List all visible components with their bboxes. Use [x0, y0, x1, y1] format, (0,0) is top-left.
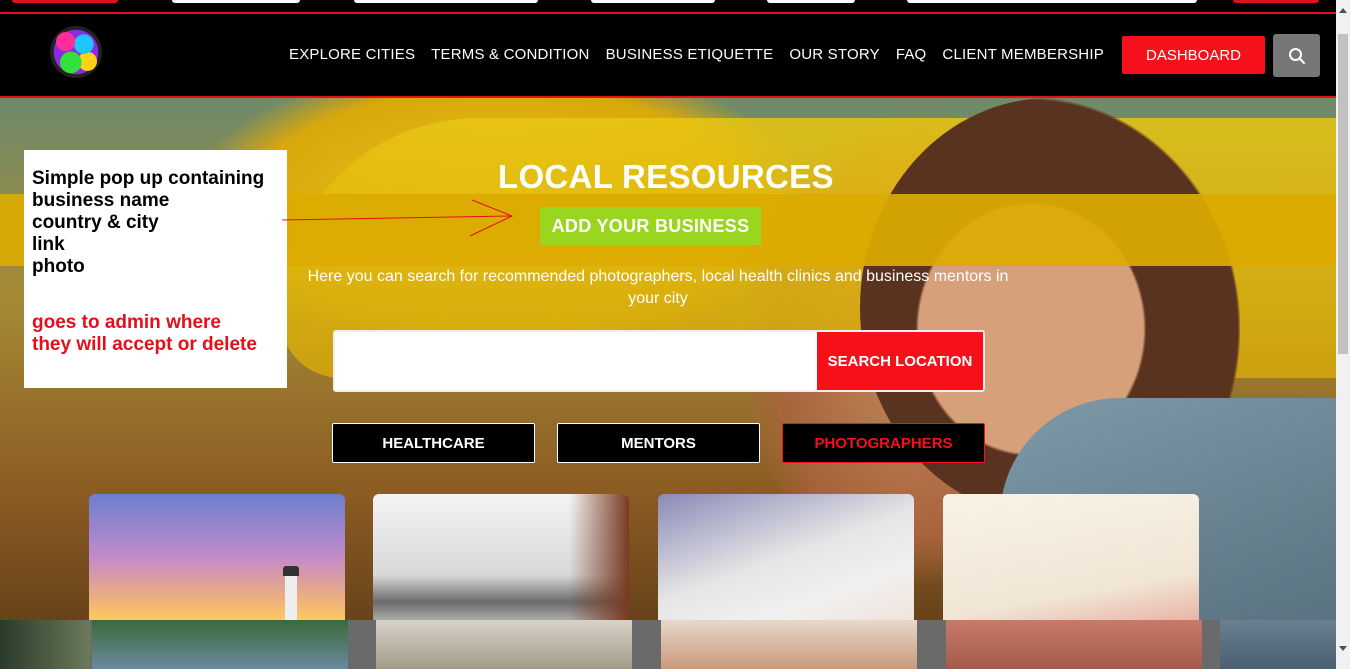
hero-subtitle: Here you can search for recommended phot… [307, 268, 1009, 307]
page-title: LOCAL RESOURCES [498, 158, 834, 195]
nav-client-membership[interactable]: CLIENT MEMBERSHIP [942, 46, 1104, 63]
card-image [0, 620, 90, 669]
strip-tab [354, 0, 538, 3]
annotation-line: link [32, 234, 65, 255]
top-strip [0, 0, 1336, 14]
main-nav: EXPLORE CITIES TERMS & CONDITION BUSINES… [289, 46, 1104, 63]
header-search-button[interactable] [1273, 34, 1320, 77]
nav-business-etiquette[interactable]: BUSINESS ETIQUETTE [606, 46, 774, 63]
card-image [1220, 620, 1336, 669]
add-business-button[interactable]: ADD YOUR BUSINESS [540, 207, 761, 245]
card-image[interactable] [946, 620, 1202, 669]
scroll-thumb[interactable] [1338, 34, 1348, 354]
annotation-line: country & city [32, 212, 159, 233]
nav-our-story[interactable]: OUR STORY [789, 46, 879, 63]
logo[interactable] [50, 26, 102, 78]
vertical-scrollbar[interactable] [1336, 0, 1350, 669]
strip-tab [1233, 0, 1319, 3]
strip-tab [591, 0, 715, 3]
annotation-line: photo [32, 256, 85, 277]
annotation-line: business name [32, 190, 170, 211]
lighthouse-image [283, 566, 299, 620]
card-image[interactable] [376, 620, 632, 669]
site-header: EXPLORE CITIES TERMS & CONDITION BUSINES… [0, 14, 1336, 98]
nav-explore-cities[interactable]: EXPLORE CITIES [289, 46, 415, 63]
annotation-note-line: they will accept or delete [32, 334, 257, 355]
search-location-button[interactable]: SEARCH LOCATION [817, 332, 983, 390]
strip-tab [907, 0, 1197, 3]
dashboard-button[interactable]: DASHBOARD [1122, 36, 1265, 74]
strip-tab [172, 0, 300, 3]
nav-terms-condition[interactable]: TERMS & CONDITION [431, 46, 589, 63]
strip-tab [767, 0, 855, 3]
strip-tab [12, 0, 118, 3]
card-image[interactable] [92, 620, 348, 669]
card-image[interactable] [661, 620, 917, 669]
category-photographers-button[interactable]: PHOTOGRAPHERS [782, 423, 985, 463]
annotation-line: Simple pop up containing [32, 168, 265, 189]
search-icon [1288, 47, 1305, 64]
nav-faq[interactable]: FAQ [896, 46, 927, 63]
annotation-note-line: goes to admin where [32, 312, 221, 333]
annotation-arrow-icon [281, 199, 514, 237]
category-mentors-button[interactable]: MENTORS [557, 423, 760, 463]
annotation-popup-note: Simple pop up containing business name c… [24, 150, 287, 388]
second-row-cards [0, 620, 1336, 669]
scroll-up-arrow-icon[interactable] [1339, 8, 1347, 13]
location-search-bar: SEARCH LOCATION [333, 330, 985, 392]
category-healthcare-button[interactable]: HEALTHCARE [332, 423, 535, 463]
location-search-input[interactable] [335, 332, 817, 390]
scroll-down-arrow-icon[interactable] [1339, 646, 1347, 651]
